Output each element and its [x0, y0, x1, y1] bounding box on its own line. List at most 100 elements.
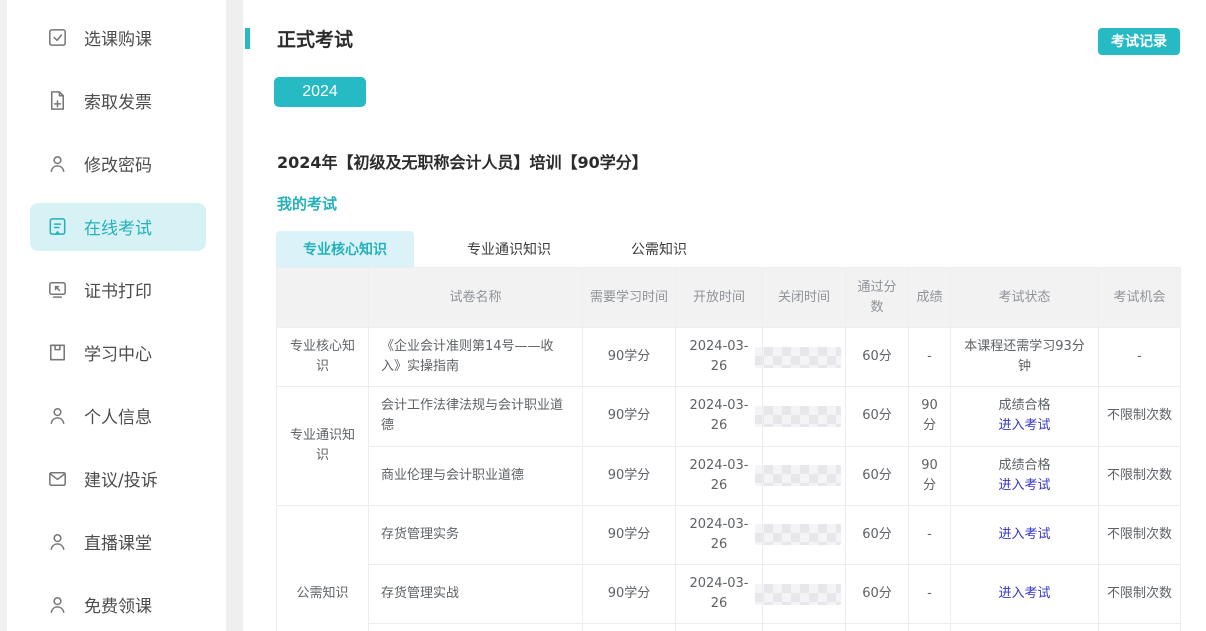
sidebar-item-label: 免费领课 — [84, 592, 152, 617]
category-cell: 公需知识 — [277, 505, 369, 631]
exam-name-cell: 《企业会计准则第14号——收入》实操指南 — [369, 328, 583, 387]
exam-chances-cell: 不限制次数 — [1099, 565, 1181, 624]
user-icon — [45, 404, 69, 428]
title-accent-bar — [245, 28, 250, 49]
sidebar-item-6[interactable]: 学习中心 — [7, 321, 226, 384]
category-cell: 专业通识知识 — [277, 387, 369, 506]
close-time-cell — [763, 446, 846, 505]
user-icon — [45, 152, 69, 176]
sidebar-item-10[interactable]: 免费领课 — [7, 573, 226, 631]
table-header-cell: 关闭时间 — [763, 268, 846, 328]
study-time-cell: 90学分 — [583, 565, 676, 624]
close-time-cell — [763, 387, 846, 446]
score-cell: - — [909, 328, 951, 387]
sidebar-item-4[interactable]: 在线考试 — [7, 195, 226, 258]
exam-name-cell: 存货管理实务 — [369, 505, 583, 564]
enter-exam-link[interactable]: 进入考试 — [998, 476, 1050, 496]
close-time-cell — [763, 565, 846, 624]
pass-score-cell: 60分 — [846, 328, 909, 387]
sidebar-item-9[interactable]: 直播课堂 — [7, 510, 226, 573]
exam-icon — [45, 215, 69, 239]
blurred-close-time — [755, 524, 841, 545]
checkbox-icon — [45, 26, 69, 50]
exam-status-cell: 本课程还需学习23分钟 — [951, 624, 1099, 631]
sidebar-item-8[interactable]: 建议/投诉 — [7, 447, 226, 510]
exam-status-cell: 成绩合格进入考试 — [951, 446, 1099, 505]
sidebar-item-label: 个人信息 — [84, 403, 152, 428]
enter-exam-link[interactable]: 进入考试 — [998, 584, 1050, 604]
tab-1[interactable]: 专业核心知识 — [276, 231, 414, 267]
exam-status-text: 成绩合格 — [959, 456, 1090, 476]
open-time-cell: 2024-03-26 — [676, 446, 763, 505]
sidebar-item-1[interactable]: 选课购课 — [7, 6, 226, 69]
table-header-cell: 成绩 — [909, 268, 951, 328]
open-time-cell: 2024-03-26 — [676, 505, 763, 564]
exam-status-cell: 进入考试 — [951, 565, 1099, 624]
exam-status-text: 本课程还需学习93分钟 — [959, 337, 1090, 377]
page: 选课购课索取发票修改密码在线考试证书打印学习中心个人信息建议/投诉直播课堂免费领… — [0, 0, 1206, 631]
score-cell: - — [909, 505, 951, 564]
sidebar-item-7[interactable]: 个人信息 — [7, 384, 226, 447]
table-row: 存货管理实战90学分2024-03-2660分-进入考试不限制次数 — [277, 565, 1181, 624]
exam-records-button[interactable]: 考试记录 — [1098, 28, 1180, 55]
table-header-cell: 需要学习时间 — [583, 268, 676, 328]
tab-2[interactable]: 专业通识知识 — [440, 231, 578, 267]
pass-score-cell: 60分 — [846, 624, 909, 631]
sidebar-item-label: 修改密码 — [84, 151, 152, 176]
sidebar: 选课购课索取发票修改密码在线考试证书打印学习中心个人信息建议/投诉直播课堂免费领… — [7, 0, 226, 631]
exam-name-cell: 会计工作法律法规与会计职业道德 — [369, 387, 583, 446]
exam-chances-cell: 不限制次数 — [1099, 387, 1181, 446]
user-icon — [45, 530, 69, 554]
sidebar-content-divider — [226, 0, 243, 631]
exam-status-cell: 本课程还需学习93分钟 — [951, 328, 1099, 387]
study-time-cell: 90学分 — [583, 505, 676, 564]
knowledge-tabs: 专业核心知识专业通识知识公需知识 — [276, 231, 1206, 267]
close-time-cell — [763, 328, 846, 387]
exam-chances-cell: - — [1099, 328, 1181, 387]
exam-status-cell: 成绩合格进入考试 — [951, 387, 1099, 446]
title-row: 正式考试 — [243, 25, 1206, 52]
close-time-cell — [763, 505, 846, 564]
tab-3[interactable]: 公需知识 — [604, 231, 714, 267]
left-edge-gutter — [0, 0, 7, 631]
main-content: 正式考试 考试记录 2024 2024年【初级及无职称会计人员】培训【90学分】… — [243, 0, 1206, 631]
exam-name-cell: 工商年报填写及申报实操 — [369, 624, 583, 631]
exam-chances-cell: 不限制次数 — [1099, 446, 1181, 505]
open-time-cell: 2024-03-26 — [676, 328, 763, 387]
open-time-cell: 2024-03-26 — [676, 387, 763, 446]
table-header-cell: 开放时间 — [676, 268, 763, 328]
page-title: 正式考试 — [277, 25, 353, 52]
sidebar-item-label: 证书打印 — [84, 277, 152, 302]
enter-exam-link[interactable]: 进入考试 — [998, 525, 1050, 545]
pass-score-cell: 60分 — [846, 387, 909, 446]
exam-table: 试卷名称需要学习时间开放时间关闭时间通过分数成绩考试状态考试机会 专业核心知识《… — [276, 267, 1181, 631]
sidebar-item-label: 学习中心 — [84, 340, 152, 365]
exam-status-cell: 进入考试 — [951, 505, 1099, 564]
score-cell: - — [909, 565, 951, 624]
my-exams-label[interactable]: 我的考试 — [277, 193, 1206, 214]
sidebar-item-2[interactable]: 索取发票 — [7, 69, 226, 132]
pass-score-cell: 60分 — [846, 505, 909, 564]
table-header-cell — [277, 268, 369, 328]
blurred-close-time — [755, 406, 841, 427]
invoice-icon — [45, 89, 69, 113]
user-icon — [45, 593, 69, 617]
pass-score-cell: 60分 — [846, 565, 909, 624]
sidebar-item-label: 在线考试 — [84, 214, 152, 239]
study-time-cell: 90学分 — [583, 446, 676, 505]
close-time-cell — [763, 624, 846, 631]
year-2024-button[interactable]: 2024 — [274, 77, 366, 107]
sidebar-item-5[interactable]: 证书打印 — [7, 258, 226, 321]
table-header-cell: 试卷名称 — [369, 268, 583, 328]
course-title: 2024年【初级及无职称会计人员】培训【90学分】 — [277, 149, 1206, 173]
table-header-cell: 考试状态 — [951, 268, 1099, 328]
table-row: 工商年报填写及申报实操90学分2024-03-2660分-本课程还需学习23分钟… — [277, 624, 1181, 631]
exam-chances-cell: - — [1099, 624, 1181, 631]
sidebar-item-label: 建议/投诉 — [84, 466, 158, 491]
bookmark-icon — [45, 341, 69, 365]
blurred-close-time — [755, 584, 841, 605]
sidebar-item-3[interactable]: 修改密码 — [7, 132, 226, 195]
blurred-close-time — [755, 465, 841, 486]
table-header-cell: 通过分数 — [846, 268, 909, 328]
enter-exam-link[interactable]: 进入考试 — [998, 416, 1050, 436]
